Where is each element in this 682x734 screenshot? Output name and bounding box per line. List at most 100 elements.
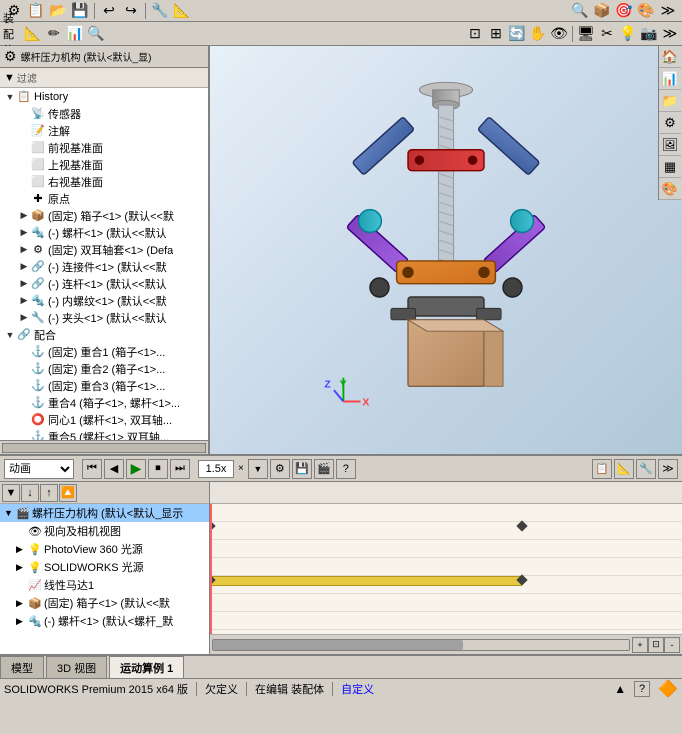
tree-item[interactable]: ⬜右视基准面: [0, 173, 208, 190]
tree-expand-icon[interactable]: ▶: [18, 227, 30, 239]
tree-expand-icon[interactable]: [18, 159, 30, 171]
timeline-track[interactable]: [210, 522, 682, 540]
right-3d-view[interactable]: 🏠 📊 📁 ⚙ 🖼 ▦ 🎨: [210, 46, 682, 454]
tab-model[interactable]: 模型: [0, 656, 44, 678]
timeline-playhead[interactable]: [210, 504, 212, 634]
tab-3dview[interactable]: 3D 视图: [46, 656, 107, 678]
tree-item[interactable]: 📡传感器: [0, 105, 208, 122]
save-btn[interactable]: 💾: [292, 459, 312, 479]
anim-tree-item[interactable]: 👁视向及相机视图: [0, 522, 209, 540]
tree-area[interactable]: ▼📋History 📡传感器 📝注解 ⬜前视基准面 ⬜上视基准面 ⬜右视基准面 …: [0, 88, 208, 440]
timeline-track[interactable]: [210, 540, 682, 558]
play-to-end-btn[interactable]: ⏭: [170, 459, 190, 479]
anim-tree-item[interactable]: ▶📦(固定) 箱子<1> (默认<<默: [0, 594, 209, 612]
tree-expand-icon[interactable]: [18, 193, 30, 205]
tree-expand-icon[interactable]: [18, 176, 30, 188]
anim-extra4[interactable]: ≫: [658, 459, 678, 479]
toolbar-icon-new[interactable]: 📋: [26, 1, 46, 21]
tree-item[interactable]: ✚原点: [0, 190, 208, 207]
tree-item[interactable]: ⭕同心1 (螺杆<1>, 双耳轴...: [0, 411, 208, 428]
anim-tree-item[interactable]: ▼🎬螺杆压力机构 (默认<默认_显示: [0, 504, 209, 522]
tb2-zoom-area[interactable]: ⊞: [486, 24, 506, 44]
anim-expand-icon[interactable]: ▶: [16, 562, 28, 573]
tree-expand-icon[interactable]: [18, 414, 30, 426]
tb2-view[interactable]: 👁: [549, 24, 569, 44]
anim-extra2[interactable]: 📐: [614, 459, 634, 479]
anim-filter-btn1[interactable]: ▼: [2, 484, 20, 502]
anim-expand-icon[interactable]: ▶: [16, 616, 28, 627]
tree-item[interactable]: ⚓重合4 (箱子<1>, 螺杆<1>...: [0, 394, 208, 411]
tree-expand-icon[interactable]: ▼: [4, 329, 16, 341]
tb2-assembly[interactable]: 装配体: [2, 24, 22, 44]
timeline-scrollbar[interactable]: [212, 639, 630, 651]
tree-expand-icon[interactable]: [18, 380, 30, 392]
tree-expand-icon[interactable]: ▶: [18, 261, 30, 273]
toolbar-icon-save[interactable]: 💾: [70, 1, 90, 21]
tb2-more[interactable]: ≫: [660, 24, 680, 44]
tree-expand-icon[interactable]: ▶: [18, 210, 30, 222]
tree-item[interactable]: ⚓重合5 (螺杆<1>,双耳轴...: [0, 428, 208, 440]
toolbar-icon-expand[interactable]: ≫: [658, 1, 678, 21]
anim-help-btn[interactable]: ?: [336, 459, 356, 479]
tb2-lights[interactable]: 💡: [618, 24, 638, 44]
status-help-icon[interactable]: ?: [634, 681, 650, 697]
toolbar-icon-3d[interactable]: 📦: [592, 1, 612, 21]
tree-item[interactable]: ▶🔧(-) 夹头<1> (默认<<默认: [0, 309, 208, 326]
tb2-sketch[interactable]: ✏: [44, 24, 64, 44]
toolbar-icon-color[interactable]: 🎨: [636, 1, 656, 21]
view-3d[interactable]: 📊: [659, 68, 681, 90]
view-zebra[interactable]: ▦: [659, 156, 681, 178]
view-display[interactable]: 🖼: [659, 134, 681, 156]
timeline-track[interactable]: [210, 594, 682, 612]
play-from-start-btn[interactable]: ⏮: [82, 459, 102, 479]
tree-item[interactable]: ⚓(固定) 重合3 (箱子<1>...: [0, 377, 208, 394]
anim-expand-icon[interactable]: ▶: [16, 544, 28, 555]
anim-filter-btn3[interactable]: ↑: [40, 484, 58, 502]
tree-item[interactable]: ▶⚙(固定) 双耳轴套<1> (Defa: [0, 241, 208, 258]
status-item3[interactable]: 自定义: [341, 681, 374, 697]
tree-item[interactable]: ⬜上视基准面: [0, 156, 208, 173]
timeline-body[interactable]: [210, 504, 682, 634]
toolbar-icon-rebuild[interactable]: 🔧: [150, 1, 170, 21]
tb2-zoom-fit[interactable]: ⊡: [465, 24, 485, 44]
timeline-track[interactable]: [210, 558, 682, 576]
tree-item[interactable]: ▼🔗配合: [0, 326, 208, 343]
tb2-dfs[interactable]: 🔍: [86, 24, 106, 44]
toolbar-icon-options[interactable]: 📐: [172, 1, 192, 21]
anim-filter-btn4[interactable]: 🔼: [59, 484, 77, 502]
timeline-bar[interactable]: [210, 576, 522, 586]
anim-tree-item[interactable]: ▶🔩(-) 螺杆<1> (默认<螺杆_默: [0, 612, 209, 630]
anim-expand-icon[interactable]: ▶: [16, 598, 28, 609]
tree-item[interactable]: ⚓(固定) 重合1 (箱子<1>...: [0, 343, 208, 360]
toolbar-icon-open[interactable]: 📂: [48, 1, 68, 21]
tree-expand-icon[interactable]: ▶: [18, 312, 30, 324]
tb2-rotate[interactable]: 🔄: [507, 24, 527, 44]
animation-settings-btn[interactable]: ⚙: [270, 459, 290, 479]
timeline-zoom-out[interactable]: -: [664, 637, 680, 653]
tree-expand-icon[interactable]: [18, 346, 30, 358]
tree-item[interactable]: ⬜前视基准面: [0, 139, 208, 156]
tb2-camera[interactable]: 📷: [639, 24, 659, 44]
tab-motion[interactable]: 运动算例 1: [109, 656, 184, 678]
view-color[interactable]: 🎨: [659, 178, 681, 200]
tree-expand-icon[interactable]: [18, 397, 30, 409]
anim-expand-icon[interactable]: ▼: [4, 508, 16, 518]
tb2-display[interactable]: 🖥: [576, 24, 596, 44]
anim-tree-item[interactable]: ▶💡SOLIDWORKS 光源: [0, 558, 209, 576]
anim-tree-items[interactable]: ▼🎬螺杆压力机构 (默认<默认_显示 👁视向及相机视图▶💡PhotoView 3…: [0, 504, 209, 654]
tree-item[interactable]: ▶📦(固定) 箱子<1> (默认<<默: [0, 207, 208, 224]
timeline-track[interactable]: [210, 612, 682, 630]
tree-item[interactable]: ▶🔗(-) 连杆<1> (默认<<默认: [0, 275, 208, 292]
tree-expand-icon[interactable]: [18, 125, 30, 137]
toolbar-icon-undo[interactable]: ↩: [99, 1, 119, 21]
timeline-track[interactable]: [210, 504, 682, 522]
play-btn[interactable]: ▶: [126, 459, 146, 479]
anim-extra3[interactable]: 🔧: [636, 459, 656, 479]
tree-expand-icon[interactable]: [18, 108, 30, 120]
tree-item[interactable]: ▼📋History: [0, 88, 208, 105]
export-btn[interactable]: 🎬: [314, 459, 334, 479]
tree-expand-icon[interactable]: [18, 431, 30, 441]
view-folder[interactable]: 📁: [659, 90, 681, 112]
tree-item[interactable]: ▶🔗(-) 连接件<1> (默认<<默: [0, 258, 208, 275]
left-panel-scrollbar[interactable]: [0, 440, 208, 454]
